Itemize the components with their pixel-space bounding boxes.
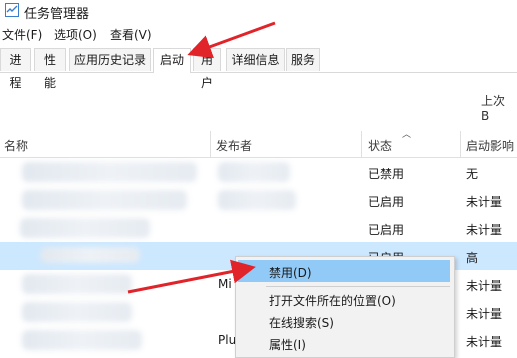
red-arrow-to-startup-tab — [187, 21, 276, 59]
annotation-arrows — [127, 21, 276, 294]
red-arrow-to-disable-item — [127, 259, 256, 294]
